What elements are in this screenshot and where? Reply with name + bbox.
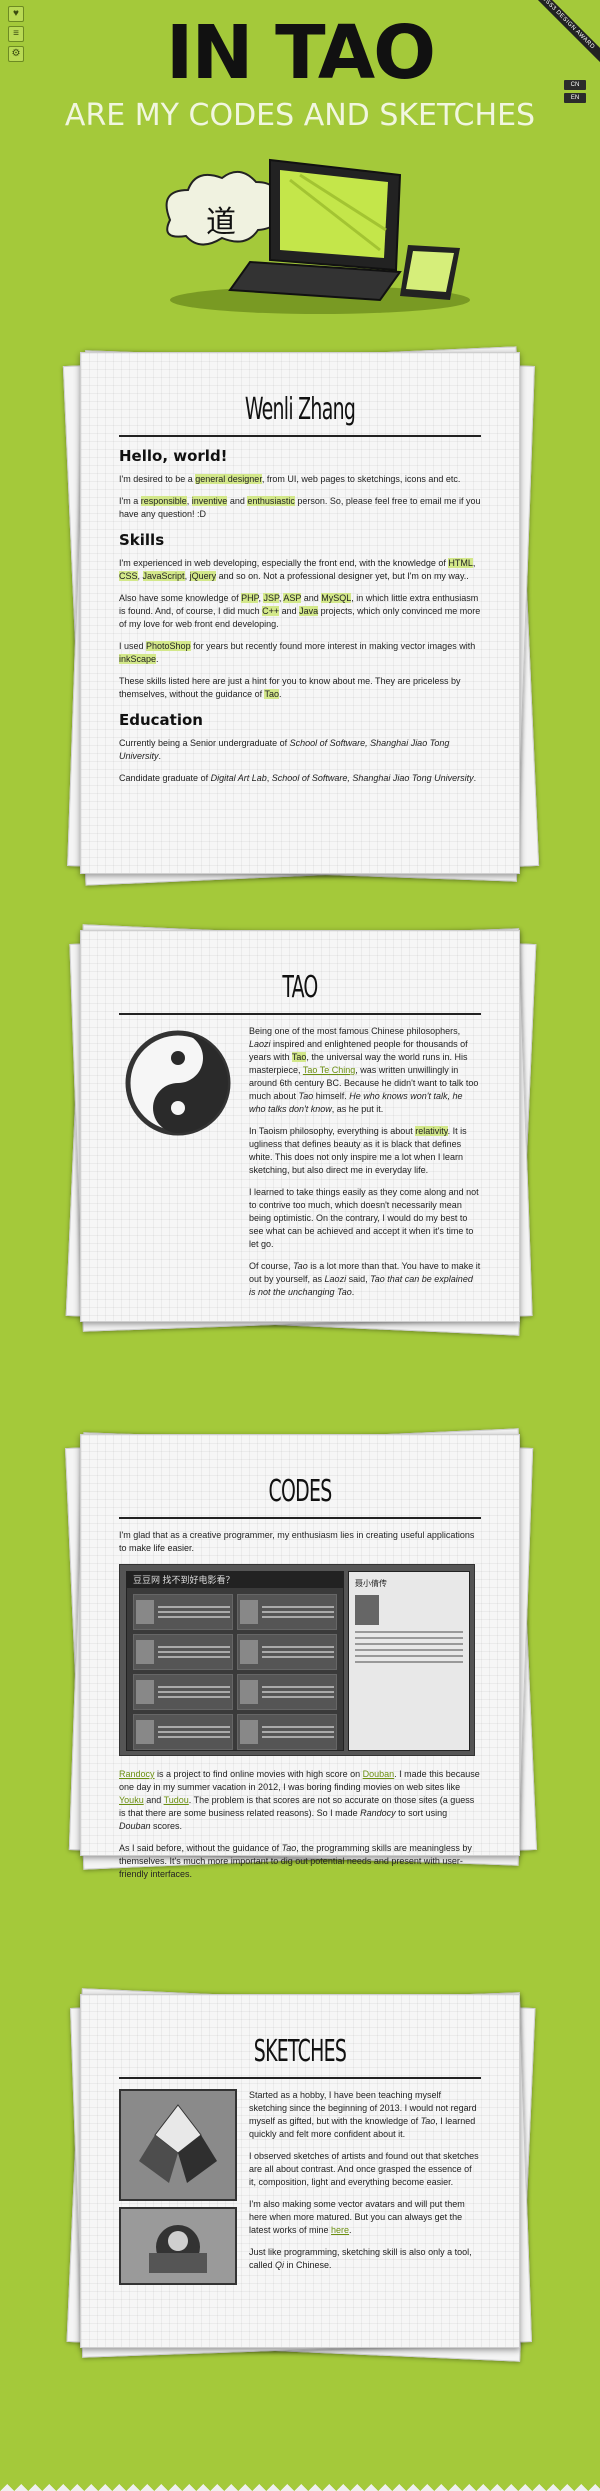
paragraph: Of course, Tao is a lot more than that. … (249, 1261, 481, 1297)
page-footer-edge (0, 2477, 600, 2491)
sketches-text: Started as a hobby, I have been teaching… (249, 2089, 481, 2291)
tao-media (119, 1025, 237, 1308)
paragraph: Candidate graduate of Digital Art Lab, S… (119, 773, 477, 783)
title-rule (119, 1517, 481, 1519)
paragraph: Being one of the most famous Chinese phi… (249, 1026, 479, 1114)
sketches-card-stack: SKETCHES Started as a hobby, I have been… (66, 1988, 536, 2362)
sketch-thumbnail[interactable] (119, 2207, 237, 2285)
card-title: TAO (282, 970, 318, 1005)
movie-cell (133, 1674, 233, 1710)
screenshot-detail-panel: 聂小倩传 (348, 1571, 470, 1751)
youku-link[interactable]: Youku (119, 1795, 144, 1805)
sketches-card: SKETCHES Started as a hobby, I have been… (80, 1994, 520, 2348)
tao-card: TAO Being one of the most famous Chinese… (80, 930, 520, 1322)
sketches-here-link[interactable]: here (331, 2225, 349, 2235)
paragraph: I'm desired to be a general designer, fr… (119, 474, 461, 484)
paragraph: In Taoism philosophy, everything is abou… (249, 1126, 467, 1175)
title-rule (119, 1013, 481, 1015)
paragraph: I used PhotoShop for years but recently … (119, 641, 476, 664)
paragraph: Currently being a Senior undergraduate o… (119, 738, 450, 761)
paragraph: I observed sketches of artists and found… (249, 2151, 479, 2187)
paragraph: Started as a hobby, I have been teaching… (249, 2090, 477, 2139)
paragraph: I'm also making some vector avatars and … (249, 2199, 465, 2235)
movie-cell (237, 1714, 337, 1750)
movie-cell (133, 1714, 233, 1750)
paragraph: I learned to take things easily as they … (249, 1187, 479, 1249)
hello-heading: Hello, world! (119, 447, 228, 465)
paragraph: These skills listed here are just a hint… (119, 676, 461, 699)
tao-content-row: Being one of the most famous Chinese phi… (119, 1025, 481, 1308)
laptop-sketch-illustration: 道 (165, 158, 470, 314)
paragraph: I'm experienced in web developing, espec… (119, 558, 476, 581)
paragraph: I'm a responsible, inventive and enthusi… (119, 496, 481, 519)
dao-glyph: 道 (206, 205, 236, 240)
screenshot-text-lines (355, 1631, 463, 1663)
movie-cell (237, 1634, 337, 1670)
title-rule (119, 435, 481, 437)
education-heading: Education (119, 711, 203, 729)
site-title: IN TAO (165, 10, 436, 96)
movie-cell (237, 1674, 337, 1710)
codes-card-stack: CODES I'm glad that as a creative progra… (65, 1428, 537, 1879)
movie-cell (133, 1594, 233, 1630)
codes-card: CODES I'm glad that as a creative progra… (80, 1434, 520, 1879)
sketches-media (119, 2089, 237, 2291)
tao-te-ching-link[interactable]: Tao Te Ching (303, 1065, 355, 1075)
paragraph: Randocy is a project to find online movi… (119, 1769, 480, 1831)
paragraph: Just like programming, sketching skill i… (249, 2247, 472, 2270)
yin-yang-icon (125, 1030, 231, 1136)
screenshot-movie-grid (127, 1588, 343, 1756)
sketch-thumbnail[interactable] (119, 2089, 237, 2201)
card-title: CODES (268, 1474, 332, 1509)
randocy-screenshot[interactable]: 豆豆网 找不到好电影看？ 聂小倩传 (119, 1564, 475, 1756)
screenshot-poster (355, 1595, 379, 1625)
about-card: Wenli Zhang Hello, world! I'm desired to… (80, 352, 520, 874)
site-header: IN TAO ARE MY CODES AND SKETCHES 道 (0, 0, 600, 340)
about-card-stack: Wenli Zhang Hello, world! I'm desired to… (62, 346, 540, 886)
tudou-link[interactable]: Tudou (164, 1795, 189, 1805)
card-title: Wenli Zhang (244, 392, 356, 427)
paragraph: Also have some knowledge of PHP, JSP, AS… (119, 593, 481, 629)
tao-text: Being one of the most famous Chinese phi… (249, 1025, 481, 1308)
douban-link[interactable]: Douban (363, 1769, 395, 1779)
screenshot-header: 豆豆网 找不到好电影看？ (127, 1572, 343, 1588)
randocy-link[interactable]: Randocy (119, 1769, 155, 1779)
movie-cell (133, 1634, 233, 1670)
title-rule (119, 2077, 481, 2079)
paragraph: I'm glad that as a creative programmer, … (119, 1530, 475, 1553)
movie-cell (237, 1594, 337, 1630)
paragraph: As I said before, without the guidance o… (119, 1843, 472, 1879)
sketches-content-row: Started as a hobby, I have been teaching… (119, 2089, 481, 2291)
skills-heading: Skills (119, 531, 165, 549)
screenshot-detail-title: 聂小倩传 (355, 1579, 387, 1588)
screenshot-main-panel: 豆豆网 找不到好电影看？ (126, 1571, 344, 1751)
site-subtitle: ARE MY CODES AND SKETCHES (64, 98, 536, 133)
card-title: SKETCHES (253, 2034, 347, 2069)
tao-card-stack: TAO Being one of the most famous Chinese… (65, 924, 537, 1336)
